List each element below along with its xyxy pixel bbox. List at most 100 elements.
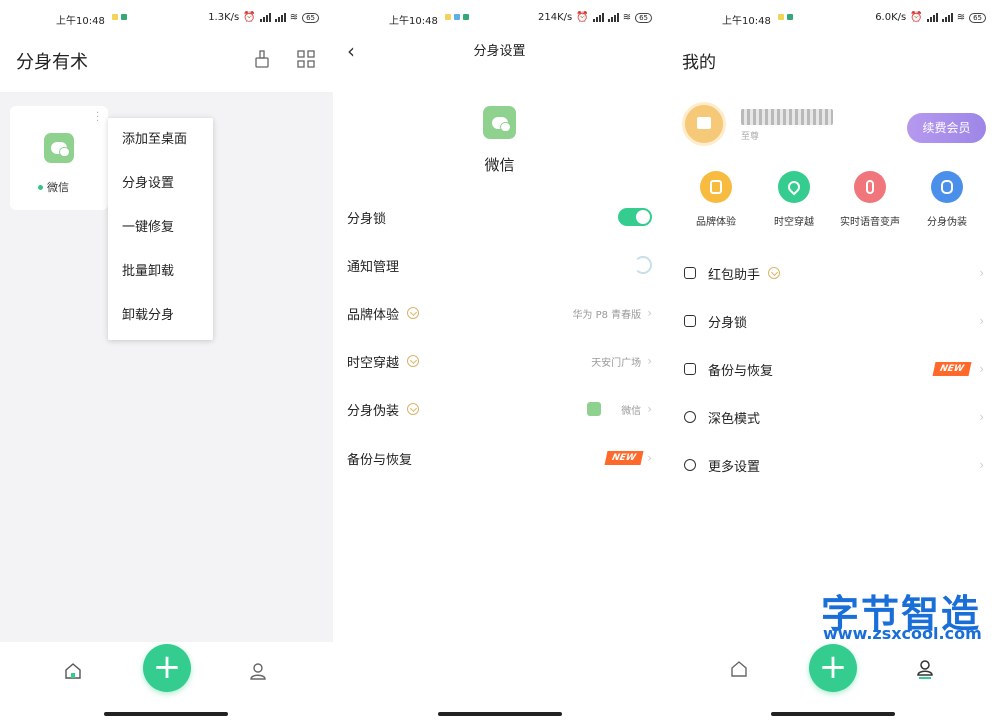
menu-item-add-desktop[interactable]: 添加至桌面 [108, 118, 213, 162]
menu-item-uninstall[interactable]: 卸载分身 [108, 294, 213, 338]
row-label: 分身锁 [347, 211, 387, 227]
row-label: 备份与恢复 [347, 452, 413, 468]
notification-icons [778, 14, 793, 20]
wifi-icon: ≋ [289, 12, 299, 23]
bottom-nav: + [0, 642, 333, 722]
red-packet-icon [684, 267, 696, 279]
grid-icon[interactable] [297, 50, 315, 68]
row-time-travel[interactable]: 时空穿越 天安门广场 › [347, 346, 652, 376]
home-screen: 上午10:48 1.3K/s ⏰ ≋ 65 分身有术 · · · 微信 添加至桌面 … [0, 0, 333, 722]
clone-lock-toggle[interactable] [618, 208, 652, 226]
notification-icons [445, 14, 469, 20]
profile-icon[interactable] [916, 659, 934, 683]
crown-icon [697, 117, 711, 129]
menu-item-repair[interactable]: 一键修复 [108, 206, 213, 250]
avatar[interactable] [682, 102, 726, 146]
new-badge: NEW [604, 451, 643, 465]
notification-icons [112, 14, 127, 20]
status-bar: 上午10:48 1.3K/s ⏰ ≋ 65 [0, 0, 333, 36]
wechat-icon[interactable] [44, 133, 74, 163]
premium-icon [407, 355, 420, 367]
premium-icon [407, 403, 420, 415]
status-time: 上午10:48 [722, 16, 771, 27]
status-right: 6.0K/s ⏰ ≋ 65 [875, 12, 986, 23]
renew-button[interactable]: 续费会员 [907, 113, 986, 143]
status-right: 214K/s ⏰ ≋ 65 [538, 12, 652, 23]
page-title: 分身设置 [473, 44, 526, 59]
menu-label: 深色模式 [708, 411, 761, 427]
app-label: 微信 [38, 179, 69, 195]
location-icon [778, 171, 810, 203]
backup-icon [684, 363, 696, 375]
row-notification[interactable]: 通知管理 [347, 250, 652, 280]
phone-icon [700, 171, 732, 203]
new-badge: NEW [932, 362, 971, 376]
chevron-right-icon: › [979, 362, 984, 376]
wifi-icon: ≋ [622, 12, 632, 23]
home-icon[interactable] [64, 662, 84, 682]
wechat-icon [587, 402, 602, 416]
alarm-icon: ⏰ [576, 12, 589, 23]
battery-icon: 65 [302, 12, 319, 23]
app-name: 微信 [484, 156, 515, 174]
lock-icon [684, 315, 696, 327]
profile-icon[interactable] [249, 662, 269, 682]
menu-clone-lock[interactable]: 分身锁 › [684, 306, 984, 336]
menu-item-batch-uninstall[interactable]: 批量卸载 [108, 250, 213, 294]
chevron-right-icon: › [647, 306, 652, 320]
feature-label: 分身伪装 [927, 217, 967, 228]
home-indicator [104, 712, 228, 716]
home-indicator [438, 712, 562, 716]
watermark-url: www.zsxcool.com [823, 624, 982, 643]
status-bar: 上午10:48 214K/s ⏰ ≋ 65 [333, 0, 666, 36]
clone-settings-screen: 上午10:48 214K/s ⏰ ≋ 65 ‹ 分身设置 微信 分身锁 通知管理… [333, 0, 666, 722]
net-speed: 6.0K/s [875, 12, 907, 23]
signal-icon [274, 13, 286, 22]
alarm-icon: ⏰ [243, 12, 256, 23]
chevron-right-icon: › [979, 314, 984, 328]
net-speed: 214K/s [538, 12, 573, 23]
menu-label: 更多设置 [708, 459, 761, 475]
more-icon[interactable]: · · · [96, 109, 99, 127]
notification-toggle[interactable] [634, 256, 652, 274]
mask-icon [931, 171, 963, 203]
battery-icon: 65 [969, 12, 986, 23]
page-title: 我的 [682, 53, 716, 73]
page-title: 分身有术 [16, 52, 88, 73]
feature-time-travel[interactable]: 时空穿越 [759, 171, 829, 228]
username-blurred [741, 109, 833, 125]
chevron-right-icon: › [979, 266, 984, 280]
menu-label: 备份与恢复 [708, 363, 774, 379]
feature-label: 时空穿越 [774, 217, 814, 228]
home-icon[interactable] [730, 660, 748, 682]
status-time: 上午10:48 [389, 16, 438, 27]
home-indicator [771, 712, 895, 716]
row-backup[interactable]: 备份与恢复 NEW › [347, 443, 652, 473]
row-clone-lock[interactable]: 分身锁 [347, 202, 652, 232]
add-button[interactable]: + [809, 644, 857, 692]
feature-voice[interactable]: 实时语音变声 [835, 171, 905, 228]
broom-icon[interactable] [254, 50, 272, 68]
add-button[interactable]: + [143, 644, 191, 692]
feature-label: 品牌体验 [696, 217, 736, 228]
menu-backup[interactable]: 备份与恢复 NEW › [684, 354, 984, 384]
chevron-right-icon: › [647, 354, 652, 368]
feature-disguise[interactable]: 分身伪装 [912, 171, 982, 228]
row-label: 分身伪装 [347, 403, 400, 419]
feature-brand[interactable]: 品牌体验 [681, 171, 751, 228]
settings-icon [684, 459, 696, 471]
menu-dark-mode[interactable]: 深色模式 › [684, 402, 984, 432]
menu-item-clone-settings[interactable]: 分身设置 [108, 162, 213, 206]
menu-label: 红包助手 [708, 267, 761, 283]
context-menu: 添加至桌面 分身设置 一键修复 批量卸载 卸载分身 [108, 118, 213, 340]
feature-label: 实时语音变声 [840, 217, 900, 228]
row-disguise[interactable]: 分身伪装 微信 › [347, 394, 652, 424]
signal-icon [941, 13, 953, 22]
menu-more-settings[interactable]: 更多设置 › [684, 450, 984, 480]
menu-red-packet[interactable]: 红包助手 › [684, 258, 984, 288]
status-dot [38, 184, 43, 190]
signal-icon [926, 13, 938, 22]
row-label: 通知管理 [347, 259, 400, 275]
alarm-icon: ⏰ [910, 12, 923, 23]
row-brand[interactable]: 品牌体验 华为 P8 青春版 › [347, 298, 652, 328]
